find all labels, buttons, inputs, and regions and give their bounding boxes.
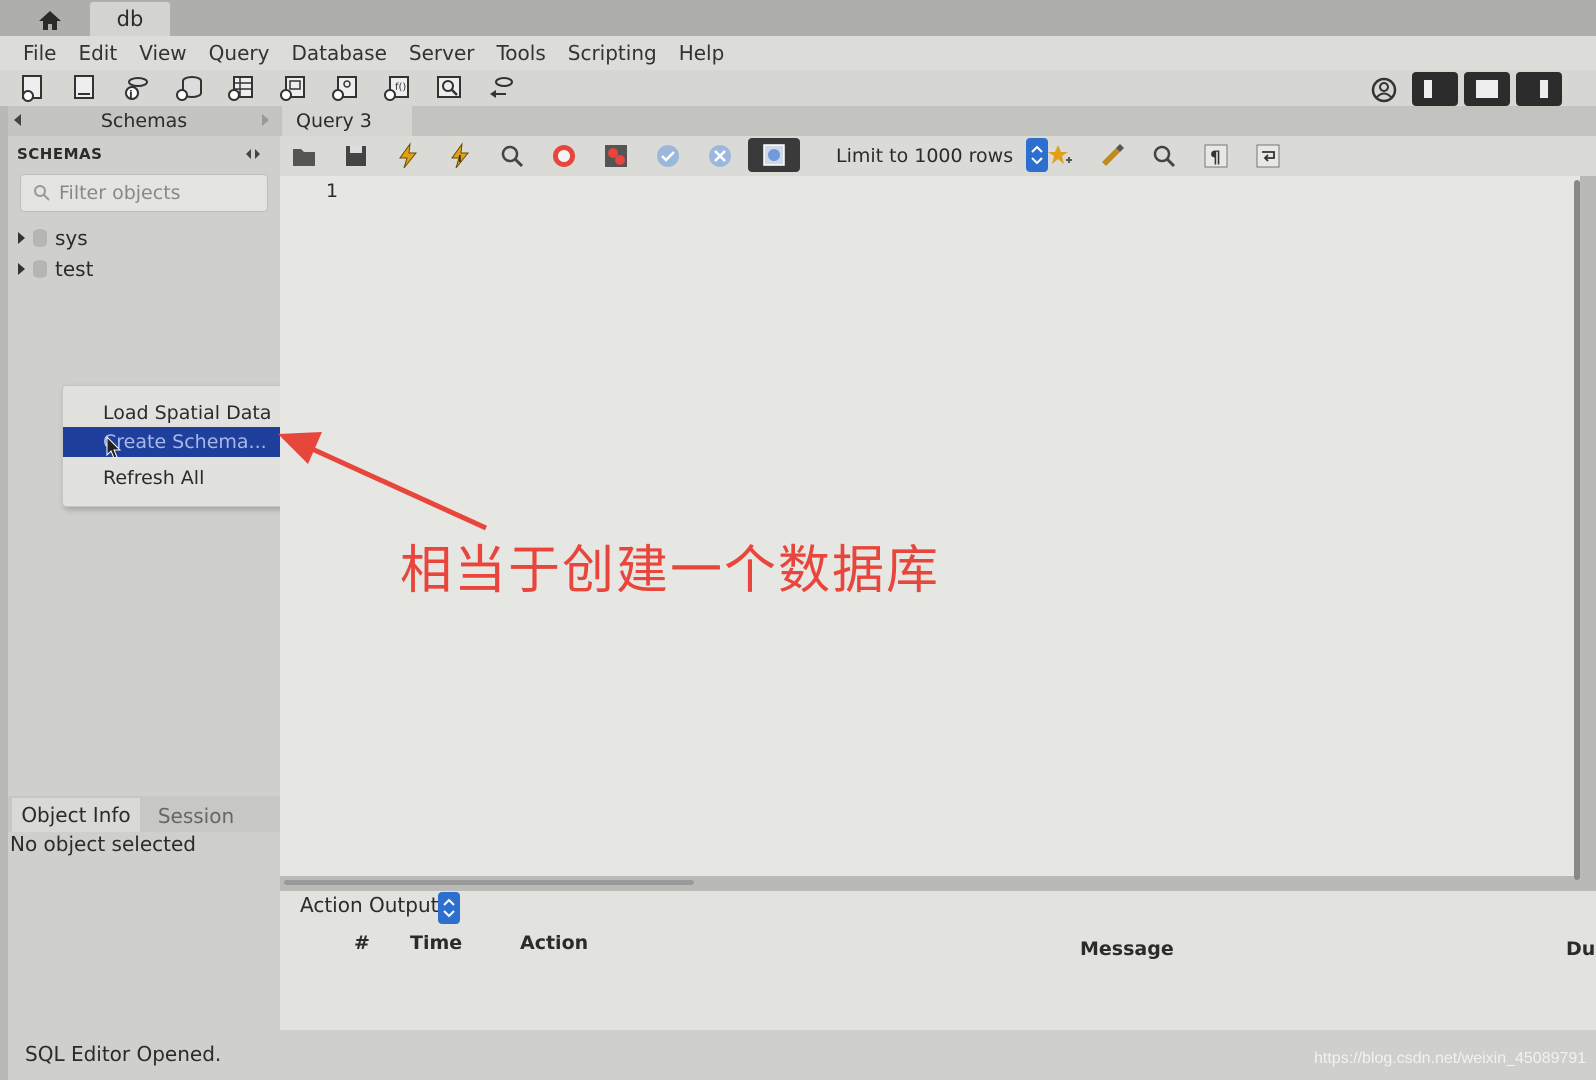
toggle-error-continue-icon[interactable]	[602, 142, 630, 170]
menu-scripting[interactable]: Scripting	[557, 41, 668, 65]
menu-server[interactable]: Server	[398, 41, 486, 65]
window-tabstrip	[0, 0, 1596, 36]
save-icon[interactable]	[342, 142, 370, 170]
filter-objects-input[interactable]: Filter objects	[20, 174, 268, 212]
invisible-characters-icon[interactable]: ¶	[1202, 142, 1230, 170]
menu-help[interactable]: Help	[668, 41, 736, 65]
chevron-updown-icon	[443, 898, 455, 918]
output-type-select[interactable]: Action Output	[300, 893, 438, 917]
word-wrap-icon[interactable]	[1254, 142, 1282, 170]
tab-session[interactable]: Session	[146, 800, 246, 832]
reconnect-icon[interactable]	[486, 74, 516, 102]
create-schema-icon[interactable]	[174, 74, 204, 102]
workbench-preferences-icon[interactable]	[1370, 76, 1398, 104]
new-sql-tab-icon[interactable]	[18, 74, 48, 102]
annotation-text: 相当于创建一个数据库	[400, 541, 941, 601]
expand-caret-icon[interactable]	[18, 263, 25, 275]
mouse-cursor-icon	[106, 435, 122, 460]
menu-file[interactable]: File	[12, 41, 67, 65]
schema-tree-item[interactable]: test	[18, 257, 93, 281]
inspector-icon[interactable]: i	[122, 74, 152, 102]
column-header-number[interactable]: #	[354, 932, 370, 954]
schema-name: sys	[55, 226, 88, 250]
svg-text:f(): f()	[395, 82, 406, 93]
database-icon	[33, 229, 47, 247]
refresh-schemas-icon[interactable]	[244, 146, 262, 160]
search-table-data-icon[interactable]	[434, 74, 464, 102]
execute-current-statement-icon[interactable]: I	[446, 142, 474, 170]
menu-database[interactable]: Database	[280, 41, 397, 65]
chevron-updown-icon	[1031, 145, 1043, 165]
create-table-icon[interactable]	[226, 74, 256, 102]
tab-object-info[interactable]: Object Info	[12, 798, 140, 832]
explain-icon[interactable]	[498, 142, 526, 170]
navigator-next-arrow-icon[interactable]	[262, 114, 269, 126]
menu-edit[interactable]: Edit	[67, 41, 128, 65]
create-view-icon[interactable]	[278, 74, 308, 102]
schemas-section-label: SCHEMAS	[17, 145, 103, 163]
schema-name: test	[55, 257, 94, 281]
editor-vertical-scrollbar[interactable]	[1574, 180, 1580, 880]
toggle-secondary-sidebar-button[interactable]	[1516, 72, 1562, 106]
rollback-icon[interactable]	[706, 142, 734, 170]
menu-view[interactable]: View	[128, 41, 197, 65]
autocommit-toggle-button[interactable]	[748, 138, 800, 172]
query-tabbar	[280, 106, 1596, 136]
open-file-icon[interactable]	[290, 142, 318, 170]
find-icon[interactable]	[1150, 142, 1178, 170]
home-icon	[39, 11, 61, 30]
object-info-message: No object selected	[10, 832, 196, 856]
column-header-duration[interactable]: Du	[1566, 938, 1596, 960]
connection-tab-db[interactable]: db	[90, 2, 170, 36]
output-type-spinner[interactable]	[438, 892, 460, 924]
create-function-icon[interactable]: f()	[382, 74, 412, 102]
create-procedure-icon[interactable]	[330, 74, 360, 102]
database-icon	[33, 260, 47, 278]
line-number: 1	[326, 180, 339, 202]
menu-query[interactable]: Query	[198, 41, 281, 65]
output-panel	[280, 890, 1596, 1030]
menu-tools[interactable]: Tools	[485, 41, 556, 65]
stop-icon[interactable]	[550, 142, 578, 170]
tab-query-3[interactable]: Query 3	[282, 106, 412, 136]
svg-text:I: I	[458, 154, 462, 165]
expand-caret-icon[interactable]	[18, 232, 25, 244]
open-sql-script-icon[interactable]	[70, 74, 100, 102]
status-text: SQL Editor Opened.	[25, 1042, 222, 1066]
home-tab[interactable]	[20, 4, 80, 36]
column-header-message[interactable]: Message	[1080, 938, 1174, 960]
column-header-action[interactable]: Action	[520, 932, 588, 954]
toggle-sidebar-button[interactable]	[1412, 72, 1458, 106]
beautify-icon[interactable]	[1098, 142, 1126, 170]
menubar: File Edit View Query Database Server Too…	[0, 36, 1596, 70]
limit-rows-select[interactable]: Limit to 1000 rows	[824, 140, 1050, 172]
navigator-header: Schemas	[8, 106, 280, 136]
column-header-time[interactable]: Time	[410, 932, 462, 954]
navigator-prev-arrow-icon[interactable]	[14, 114, 21, 126]
execute-icon[interactable]	[394, 142, 422, 170]
annotation-arrow	[278, 432, 488, 531]
autocommit-icon	[763, 144, 785, 166]
svg-text:i: i	[129, 88, 133, 101]
limit-rows-spinner[interactable]	[1026, 138, 1048, 172]
editor-horizontal-scrollbar[interactable]	[284, 880, 694, 885]
svg-text:¶: ¶	[1210, 148, 1221, 168]
watermark-text: https://blog.csdn.net/weixin_45089791	[1314, 1050, 1587, 1067]
toggle-output-button[interactable]	[1464, 72, 1510, 106]
navigator-title: Schemas	[100, 110, 188, 132]
add-snippet-icon[interactable]	[1046, 142, 1074, 170]
search-icon	[34, 185, 50, 201]
main-toolbar: i f()	[0, 70, 1596, 106]
filter-placeholder: Filter objects	[59, 182, 181, 204]
commit-icon[interactable]	[654, 142, 682, 170]
schema-tree-item[interactable]: sys	[18, 226, 88, 250]
